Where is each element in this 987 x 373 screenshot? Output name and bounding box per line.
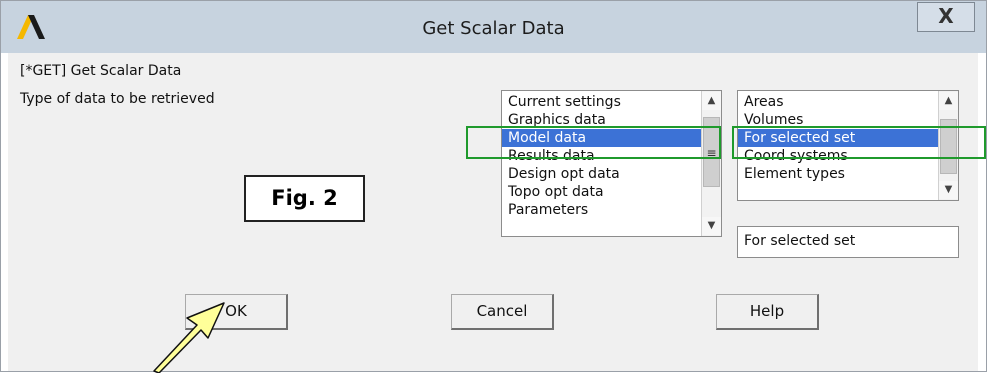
highlight-box-for-selected-set — [732, 126, 986, 159]
data-category-item[interactable]: Parameters — [502, 201, 702, 219]
window-title: Get Scalar Data — [422, 18, 565, 39]
figure-label: Fig. 2 — [244, 175, 365, 222]
chevron-up-icon[interactable]: ▲ — [702, 92, 721, 110]
command-label: [*GET] Get Scalar Data — [20, 63, 182, 79]
cancel-button[interactable]: Cancel — [451, 294, 554, 330]
help-button[interactable]: Help — [716, 294, 819, 330]
data-category-item[interactable]: Design opt data — [502, 165, 702, 183]
type-label: Type of data to be retrieved — [20, 91, 215, 107]
chevron-down-icon[interactable]: ▼ — [939, 181, 958, 199]
data-category-list[interactable]: Current settings Graphics data Model data R… — [501, 90, 722, 237]
highlight-box-model-data — [466, 126, 721, 159]
chevron-up-icon[interactable]: ▲ — [939, 92, 958, 110]
data-subtype-item[interactable]: Areas — [738, 93, 940, 111]
data-category-item[interactable]: Current settings — [502, 93, 702, 111]
data-subtype-item[interactable]: Element types — [738, 165, 940, 183]
close-button[interactable]: X — [917, 2, 975, 32]
selection-readout-field[interactable]: For selected set — [737, 226, 959, 258]
title-bar: Get Scalar Data X — [1, 1, 986, 53]
data-category-item[interactable]: Topo opt data — [502, 183, 702, 201]
pointer-arrow-annotation — [153, 302, 225, 373]
get-scalar-data-dialog: Get Scalar Data X [*GET] Get Scalar Data… — [0, 0, 987, 373]
data-category-scrollbar[interactable]: ▲ ≡ ▼ — [701, 91, 721, 236]
chevron-down-icon[interactable]: ▼ — [702, 217, 721, 235]
